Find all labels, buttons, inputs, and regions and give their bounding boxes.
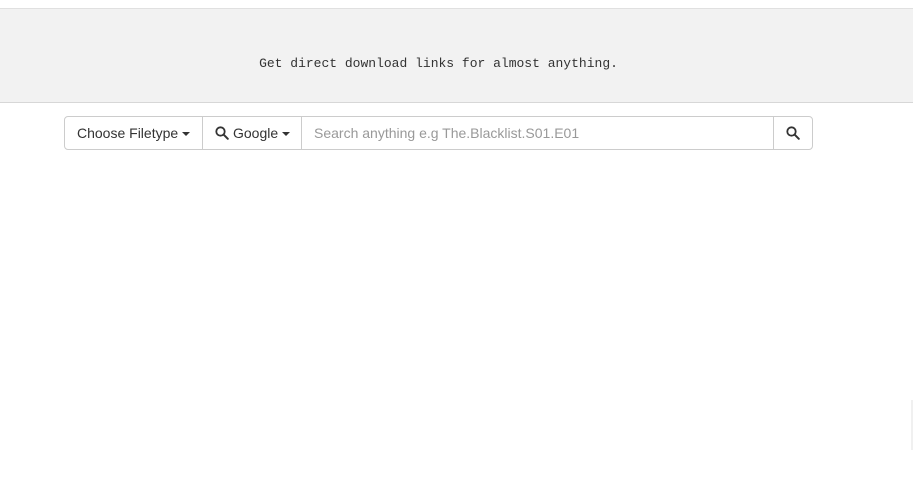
search-icon [215, 126, 229, 140]
filetype-dropdown-button[interactable]: Choose Filetype [64, 116, 203, 150]
top-bar [0, 0, 913, 9]
search-submit-button[interactable] [773, 116, 813, 150]
hero-banner: Get direct download links for almost any… [0, 9, 913, 103]
search-bar: Choose Filetype Google [64, 116, 813, 150]
search-input[interactable] [301, 116, 774, 150]
caret-down-icon [182, 132, 191, 136]
tagline: Get direct download links for almost any… [259, 56, 618, 71]
filetype-dropdown-label: Choose Filetype [77, 125, 179, 141]
search-engine-dropdown-button[interactable]: Google [202, 116, 302, 150]
search-engine-label: Google [233, 125, 279, 141]
caret-down-icon [282, 132, 291, 136]
search-icon [786, 126, 800, 140]
